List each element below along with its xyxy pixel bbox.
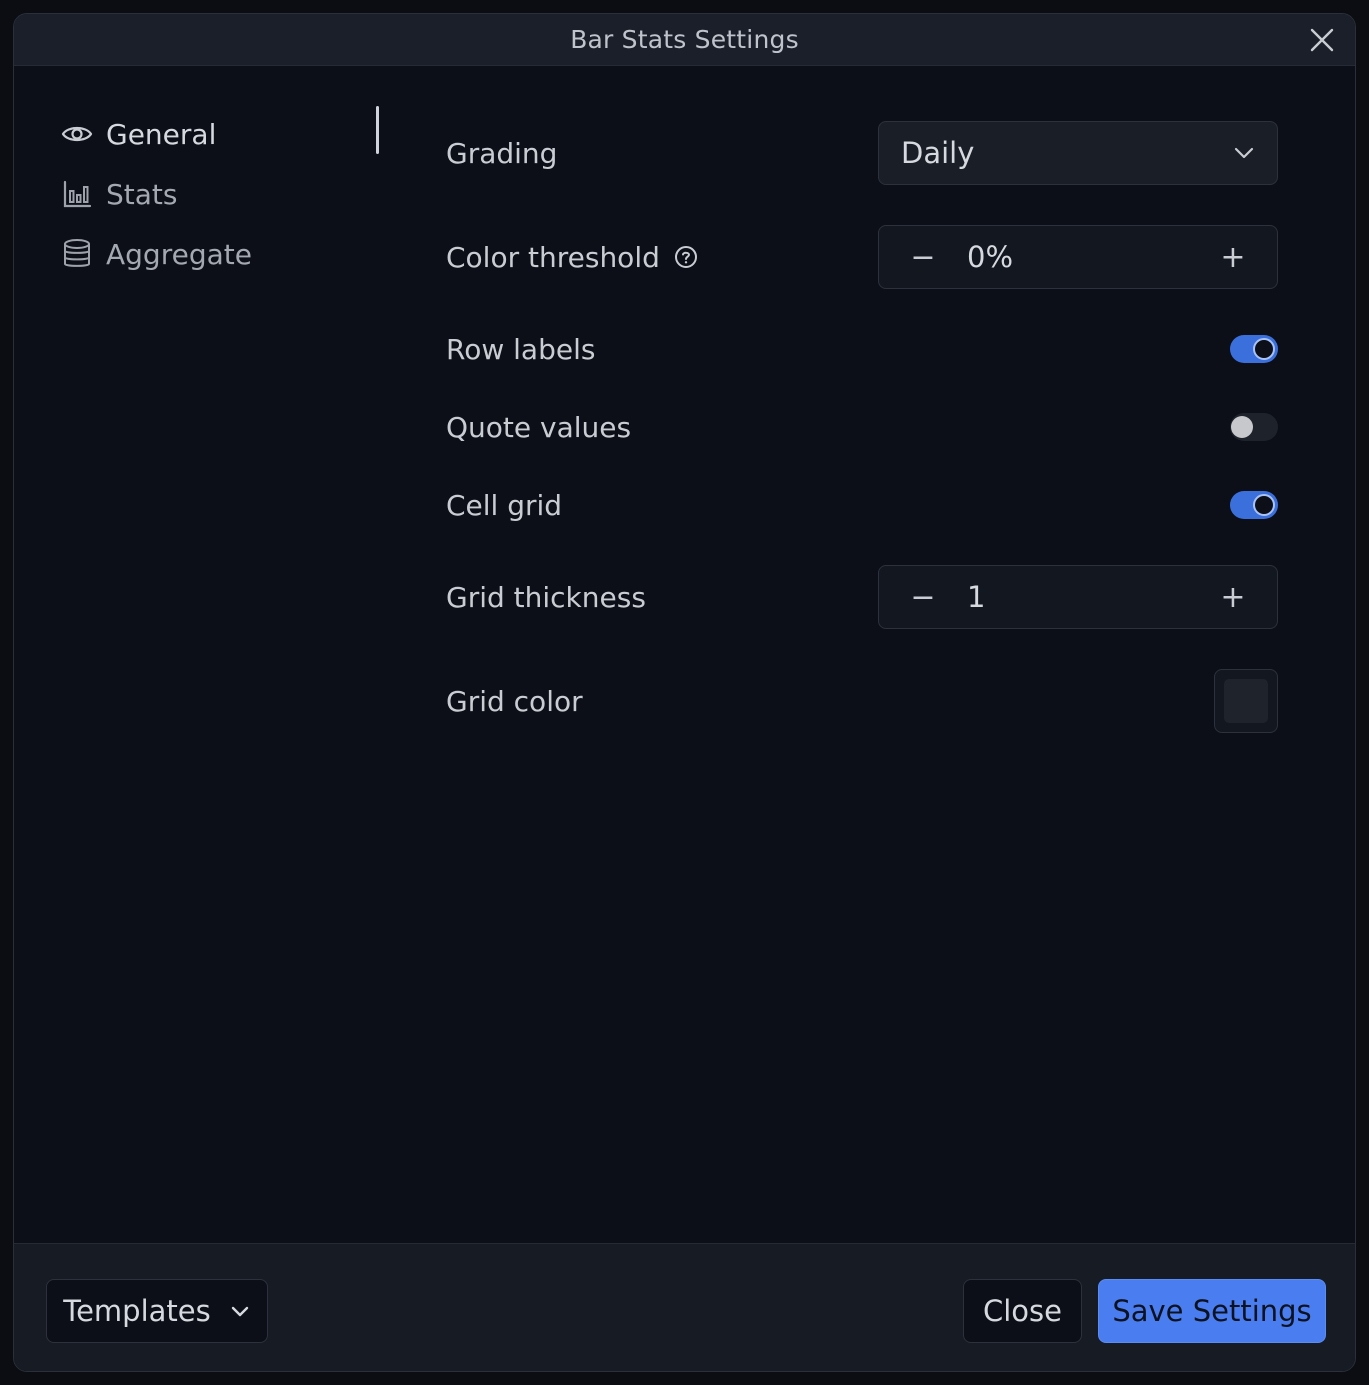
sidebar-item-label: Aggregate (106, 237, 252, 271)
quote-values-toggle[interactable] (1230, 413, 1278, 441)
sidebar-nav: General Stats Aggregate (60, 104, 380, 284)
color-threshold-label: Color threshold (446, 240, 660, 274)
cell-grid-toggle[interactable] (1230, 491, 1278, 519)
dialog-title: Bar Stats Settings (570, 25, 799, 54)
color-threshold-stepper: − 0% + (878, 225, 1278, 289)
close-icon[interactable] (1309, 27, 1335, 53)
color-threshold-row: Color threshold − 0% + (446, 225, 1278, 289)
templates-label: Templates (63, 1294, 211, 1328)
grid-thickness-label: Grid thickness (446, 580, 646, 614)
eye-icon (60, 117, 94, 151)
color-threshold-value[interactable]: 0% (967, 240, 1189, 274)
grid-color-label: Grid color (446, 684, 583, 718)
grading-value: Daily (901, 136, 975, 170)
close-button[interactable]: Close (963, 1279, 1082, 1343)
sidebar-item-stats[interactable]: Stats (60, 164, 380, 224)
decrement-button[interactable]: − (879, 566, 967, 628)
sidebar-item-general[interactable]: General (60, 104, 380, 164)
grading-label: Grading (446, 136, 558, 170)
grading-select[interactable]: Daily (878, 121, 1278, 185)
grading-row: Grading Daily (446, 121, 1278, 185)
grid-thickness-stepper: − 1 + (878, 565, 1278, 629)
row-labels-row: Row labels (446, 317, 1278, 381)
chevron-down-icon (1234, 147, 1254, 159)
grid-color-swatch[interactable] (1214, 669, 1278, 733)
row-labels-toggle[interactable] (1230, 335, 1278, 363)
dialog-footer: Templates Close Save Settings (14, 1243, 1355, 1371)
decrement-button[interactable]: − (879, 226, 967, 288)
color-preview (1224, 679, 1268, 723)
chevron-down-icon (231, 1306, 248, 1317)
save-settings-button[interactable]: Save Settings (1098, 1279, 1326, 1343)
toggle-knob (1253, 338, 1275, 360)
sidebar-item-label: General (106, 117, 217, 151)
help-icon[interactable] (674, 245, 698, 269)
toggle-knob (1253, 494, 1275, 516)
settings-dialog: Bar Stats Settings General Stats Aggrega… (13, 13, 1356, 1372)
quote-values-label: Quote values (446, 410, 632, 444)
increment-button[interactable]: + (1189, 566, 1277, 628)
title-bar: Bar Stats Settings (14, 14, 1355, 66)
row-labels-label: Row labels (446, 332, 596, 366)
increment-button[interactable]: + (1189, 226, 1277, 288)
bar-chart-icon (60, 177, 94, 211)
grid-thickness-value[interactable]: 1 (967, 580, 1189, 614)
grid-color-row: Grid color (446, 669, 1278, 733)
sidebar-item-aggregate[interactable]: Aggregate (60, 224, 380, 284)
sidebar-item-label: Stats (106, 177, 178, 211)
cell-grid-row: Cell grid (446, 473, 1278, 537)
cell-grid-label: Cell grid (446, 488, 563, 522)
active-section-indicator (376, 106, 379, 154)
toggle-knob (1231, 416, 1253, 438)
templates-button[interactable]: Templates (46, 1279, 268, 1343)
grid-thickness-row: Grid thickness − 1 + (446, 565, 1278, 629)
database-icon (60, 237, 94, 271)
quote-values-row: Quote values (446, 395, 1278, 459)
